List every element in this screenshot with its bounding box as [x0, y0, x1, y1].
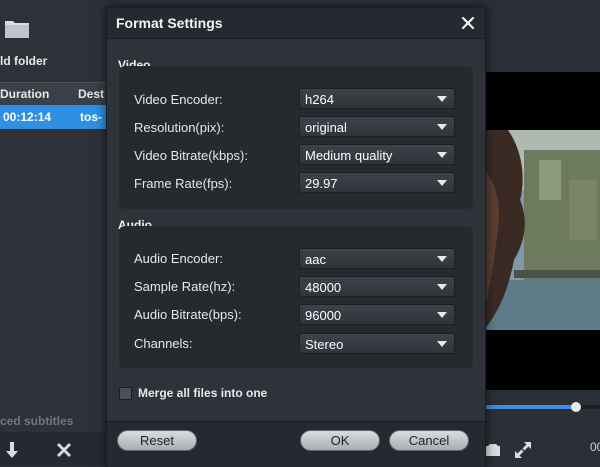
table-row[interactable]: 00:12:14 tos- [0, 105, 110, 129]
dialog-title: Format Settings [116, 15, 223, 31]
chevron-down-icon [437, 124, 447, 130]
duration-column-header[interactable]: Duration [0, 87, 49, 101]
chevron-down-icon [437, 180, 447, 186]
channels-label: Channels: [134, 336, 193, 351]
chevron-down-icon [437, 284, 447, 290]
chevron-down-icon [437, 96, 447, 102]
frame-rate-select[interactable]: 29.97 [299, 172, 455, 193]
sample-rate-label: Sample Rate(hz): [134, 279, 236, 294]
video-bitrate-label: Video Bitrate(kbps): [134, 148, 248, 163]
audio-encoder-select[interactable]: aac [299, 248, 455, 269]
reset-button[interactable]: Reset [117, 430, 197, 451]
audio-settings-group: Audio Encoder: aac Sample Rate(hz): 4800… [119, 226, 473, 368]
ok-button[interactable]: OK [300, 430, 380, 451]
download-icon[interactable] [2, 440, 22, 460]
frame-rate-label: Frame Rate(fps): [134, 176, 233, 191]
video-settings-group: Video Encoder: h264 Resolution(pix): ori… [119, 66, 473, 209]
close-icon[interactable] [459, 14, 477, 32]
dialog-title-bar[interactable]: Format Settings [107, 8, 485, 39]
video-bitrate-select[interactable]: Medium quality [299, 144, 455, 165]
audio-bitrate-select[interactable]: 96000 [299, 304, 455, 325]
add-folder-label[interactable]: ld folder [0, 54, 47, 68]
delete-icon[interactable] [54, 440, 74, 460]
chevron-down-icon [437, 341, 447, 347]
video-frame-image [484, 130, 600, 330]
channels-select[interactable]: Stereo [299, 333, 455, 354]
audio-bitrate-label: Audio Bitrate(bps): [134, 307, 242, 322]
file-list-header: Duration Dest [0, 82, 110, 105]
timeline-handle[interactable] [570, 402, 581, 412]
merge-checkbox[interactable] [119, 387, 132, 400]
timeline-progress [484, 405, 576, 409]
chevron-down-icon [437, 312, 447, 318]
folder-icon[interactable] [4, 16, 30, 40]
dialog-footer: Reset OK Cancel [107, 421, 485, 467]
cancel-button[interactable]: Cancel [389, 430, 469, 451]
merge-label[interactable]: Merge all files into one [138, 386, 267, 400]
file-list-panel [0, 0, 110, 465]
sample-rate-select[interactable]: 48000 [299, 276, 455, 297]
file-duration: 00:12:14 [3, 110, 52, 124]
fullscreen-icon[interactable] [513, 440, 533, 460]
video-encoder-label: Video Encoder: [134, 92, 223, 107]
format-settings-dialog: Format Settings Video Video Encoder: h26… [106, 7, 486, 467]
chevron-down-icon [437, 256, 447, 262]
chevron-down-icon [437, 152, 447, 158]
file-destination: tos- [80, 110, 102, 124]
audio-encoder-label: Audio Encoder: [134, 251, 223, 266]
video-preview[interactable] [484, 72, 600, 390]
resolution-label: Resolution(pix): [134, 120, 225, 135]
subtitles-label[interactable]: ced subtitles [0, 414, 73, 428]
destination-column-header[interactable]: Dest [78, 87, 104, 101]
time-readout: 00 [590, 440, 600, 454]
video-encoder-select[interactable]: h264 [299, 88, 455, 109]
resolution-select[interactable]: original [299, 116, 455, 137]
